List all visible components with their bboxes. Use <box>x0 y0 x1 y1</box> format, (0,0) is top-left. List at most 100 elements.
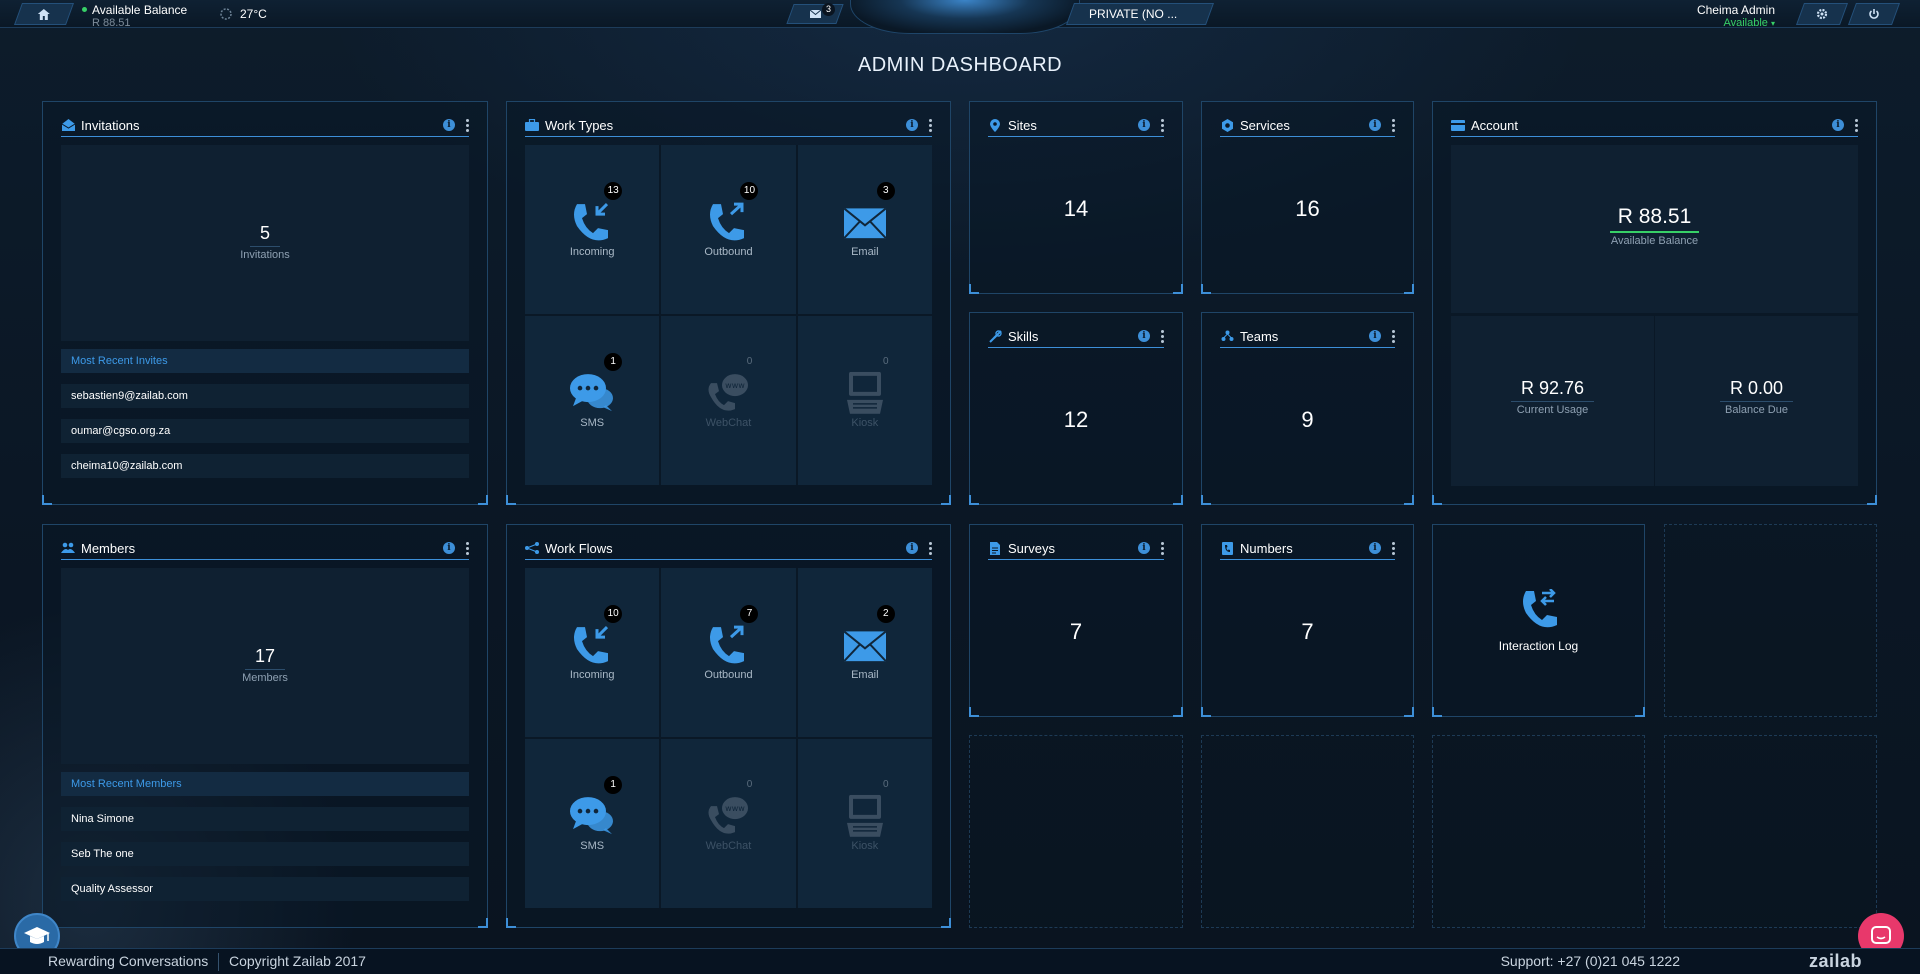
count-badge: 7 <box>740 605 759 624</box>
user-menu[interactable]: Cheima Admin Available ▾ <box>1697 3 1775 29</box>
count-badge: 2 <box>876 605 895 624</box>
document-icon <box>988 541 1002 555</box>
tile-label: Email <box>851 245 879 258</box>
work-type-tile-sms[interactable]: 1 SMS <box>525 316 660 485</box>
more-options-icon[interactable] <box>1391 118 1395 132</box>
more-options-icon[interactable] <box>465 541 469 555</box>
surveys-widget[interactable]: Surveys i 7 <box>969 524 1183 717</box>
skills-widget[interactable]: Skills i 12 <box>969 312 1183 505</box>
weather: 27°C <box>218 6 267 22</box>
work-flows-widget: Work Flows i 10 Incoming 7 Outbound 2 Email 1 S… <box>506 524 951 928</box>
user-status[interactable]: Available ▾ <box>1697 17 1775 29</box>
top-bar: Available Balance R 88.51 27°C 3 PRIVATE… <box>0 0 1920 34</box>
numbers-count: 7 <box>1301 619 1314 644</box>
interaction-log-widget[interactable]: Interaction Log <box>1432 524 1645 717</box>
widget-title: Sites <box>1008 117 1037 133</box>
members-count-panel[interactable]: 17 Members <box>61 568 469 764</box>
balance-label: Available Balance <box>92 3 188 17</box>
chat-icon <box>1871 926 1891 944</box>
footer-divider <box>218 953 219 971</box>
info-icon[interactable]: i <box>1138 330 1150 342</box>
tools-icon <box>988 329 1002 343</box>
tile-label: WebChat <box>705 416 752 429</box>
info-icon[interactable]: i <box>1138 119 1150 131</box>
work-flow-tile-incoming[interactable]: 10 Incoming <box>525 568 660 737</box>
count-badge: 10 <box>604 605 623 624</box>
current-usage-panel[interactable]: R 92.76 Current Usage <box>1451 316 1654 486</box>
info-icon[interactable]: i <box>906 119 918 131</box>
info-icon[interactable]: i <box>906 542 918 554</box>
phone-book-icon <box>1220 541 1234 555</box>
widget-header: Account i <box>1451 114 1858 137</box>
list-item[interactable]: oumar@cgso.org.za <box>61 419 469 443</box>
numbers-widget[interactable]: Numbers i 7 <box>1201 524 1414 717</box>
count-badge: 10 <box>740 182 759 201</box>
more-options-icon[interactable] <box>1854 118 1858 132</box>
logout-button[interactable] <box>1847 3 1901 25</box>
account-widget: Account i R 88.51 Available Balance R 92… <box>1432 101 1877 505</box>
work-type-tile-incoming[interactable]: 13 Incoming <box>525 145 660 314</box>
widget-title: Surveys <box>1008 540 1055 556</box>
home-button[interactable] <box>13 3 75 25</box>
list-item[interactable]: sebastien9@zailab.com <box>61 384 469 408</box>
sites-widget[interactable]: Sites i 14 <box>969 101 1183 294</box>
work-type-tile-outbound[interactable]: 10 Outbound <box>661 145 796 314</box>
teams-widget[interactable]: Teams i 9 <box>1201 312 1414 505</box>
info-icon[interactable]: i <box>1832 119 1844 131</box>
current-usage-label: Current Usage <box>1516 404 1589 416</box>
info-icon[interactable]: i <box>443 542 455 554</box>
more-options-icon[interactable] <box>1391 329 1395 343</box>
list-item[interactable]: Quality Assessor <box>61 877 469 901</box>
widget-header: Work Flows i <box>525 537 932 560</box>
members-widget: Members i 17 Members Most Recent Members… <box>42 524 488 928</box>
info-icon[interactable]: i <box>1138 542 1150 554</box>
incoming-call-icon <box>573 625 611 670</box>
invitations-count: 5 <box>249 223 280 247</box>
available-balance-label: Available Balance <box>1610 235 1699 247</box>
info-icon[interactable]: i <box>1369 119 1381 131</box>
widget-title: Services <box>1240 117 1290 133</box>
work-flow-tile-email[interactable]: 2 Email <box>797 568 932 737</box>
work-flow-tile-sms[interactable]: 1 SMS <box>525 739 660 908</box>
available-balance-panel[interactable]: R 88.51 Available Balance <box>1451 145 1858 313</box>
info-icon[interactable]: i <box>1369 330 1381 342</box>
more-options-icon[interactable] <box>465 118 469 132</box>
services-widget[interactable]: Services i 16 <box>1201 101 1414 294</box>
organisation-selector[interactable]: PRIVATE (NO ... <box>1065 3 1215 25</box>
more-options-icon[interactable] <box>928 118 932 132</box>
widget-header: Invitations i <box>61 114 469 137</box>
widget-header: Services i <box>1220 114 1395 137</box>
work-type-tile-kiosk[interactable]: 0 Kiosk <box>797 316 932 485</box>
info-icon[interactable]: i <box>1369 542 1381 554</box>
more-options-icon[interactable] <box>928 541 932 555</box>
list-item[interactable]: Nina Simone <box>61 807 469 831</box>
list-item[interactable]: cheima10@zailab.com <box>61 454 469 478</box>
info-icon[interactable]: i <box>443 119 455 131</box>
count-badge: 0 <box>746 356 753 368</box>
list-item[interactable]: Seb The one <box>61 842 469 866</box>
count-badge: 13 <box>604 182 623 201</box>
sites-count: 14 <box>1063 196 1089 221</box>
home-icon <box>38 8 50 20</box>
widget-title: Skills <box>1008 328 1039 344</box>
invitations-widget: Invitations i 5 Invitations Most Recent … <box>42 101 488 505</box>
sun-icon <box>220 8 232 20</box>
settings-button[interactable] <box>1795 3 1849 25</box>
work-flow-tile-webchat[interactable]: www 0 WebChat <box>661 739 796 908</box>
mail-button[interactable]: 3 <box>786 3 844 24</box>
more-options-icon[interactable] <box>1160 329 1164 343</box>
more-options-icon[interactable] <box>1160 118 1164 132</box>
work-type-tile-webchat[interactable]: www 0 WebChat <box>661 316 796 485</box>
widget-title: Invitations <box>81 117 140 133</box>
more-options-icon[interactable] <box>1160 541 1164 555</box>
invitations-count-panel[interactable]: 5 Invitations <box>61 145 469 341</box>
work-type-tile-email[interactable]: 3 Email <box>797 145 932 314</box>
map-pin-icon <box>988 118 1002 132</box>
work-flow-tile-outbound[interactable]: 7 Outbound <box>661 568 796 737</box>
brand-logo: zailab <box>1808 951 1862 971</box>
balance-due-panel[interactable]: R 0.00 Balance Due <box>1655 316 1858 486</box>
balance-due-label: Balance Due <box>1725 404 1788 416</box>
more-options-icon[interactable] <box>1391 541 1395 555</box>
work-flow-tile-kiosk[interactable]: 0 Kiosk <box>797 739 932 908</box>
tile-label: WebChat <box>705 839 752 852</box>
